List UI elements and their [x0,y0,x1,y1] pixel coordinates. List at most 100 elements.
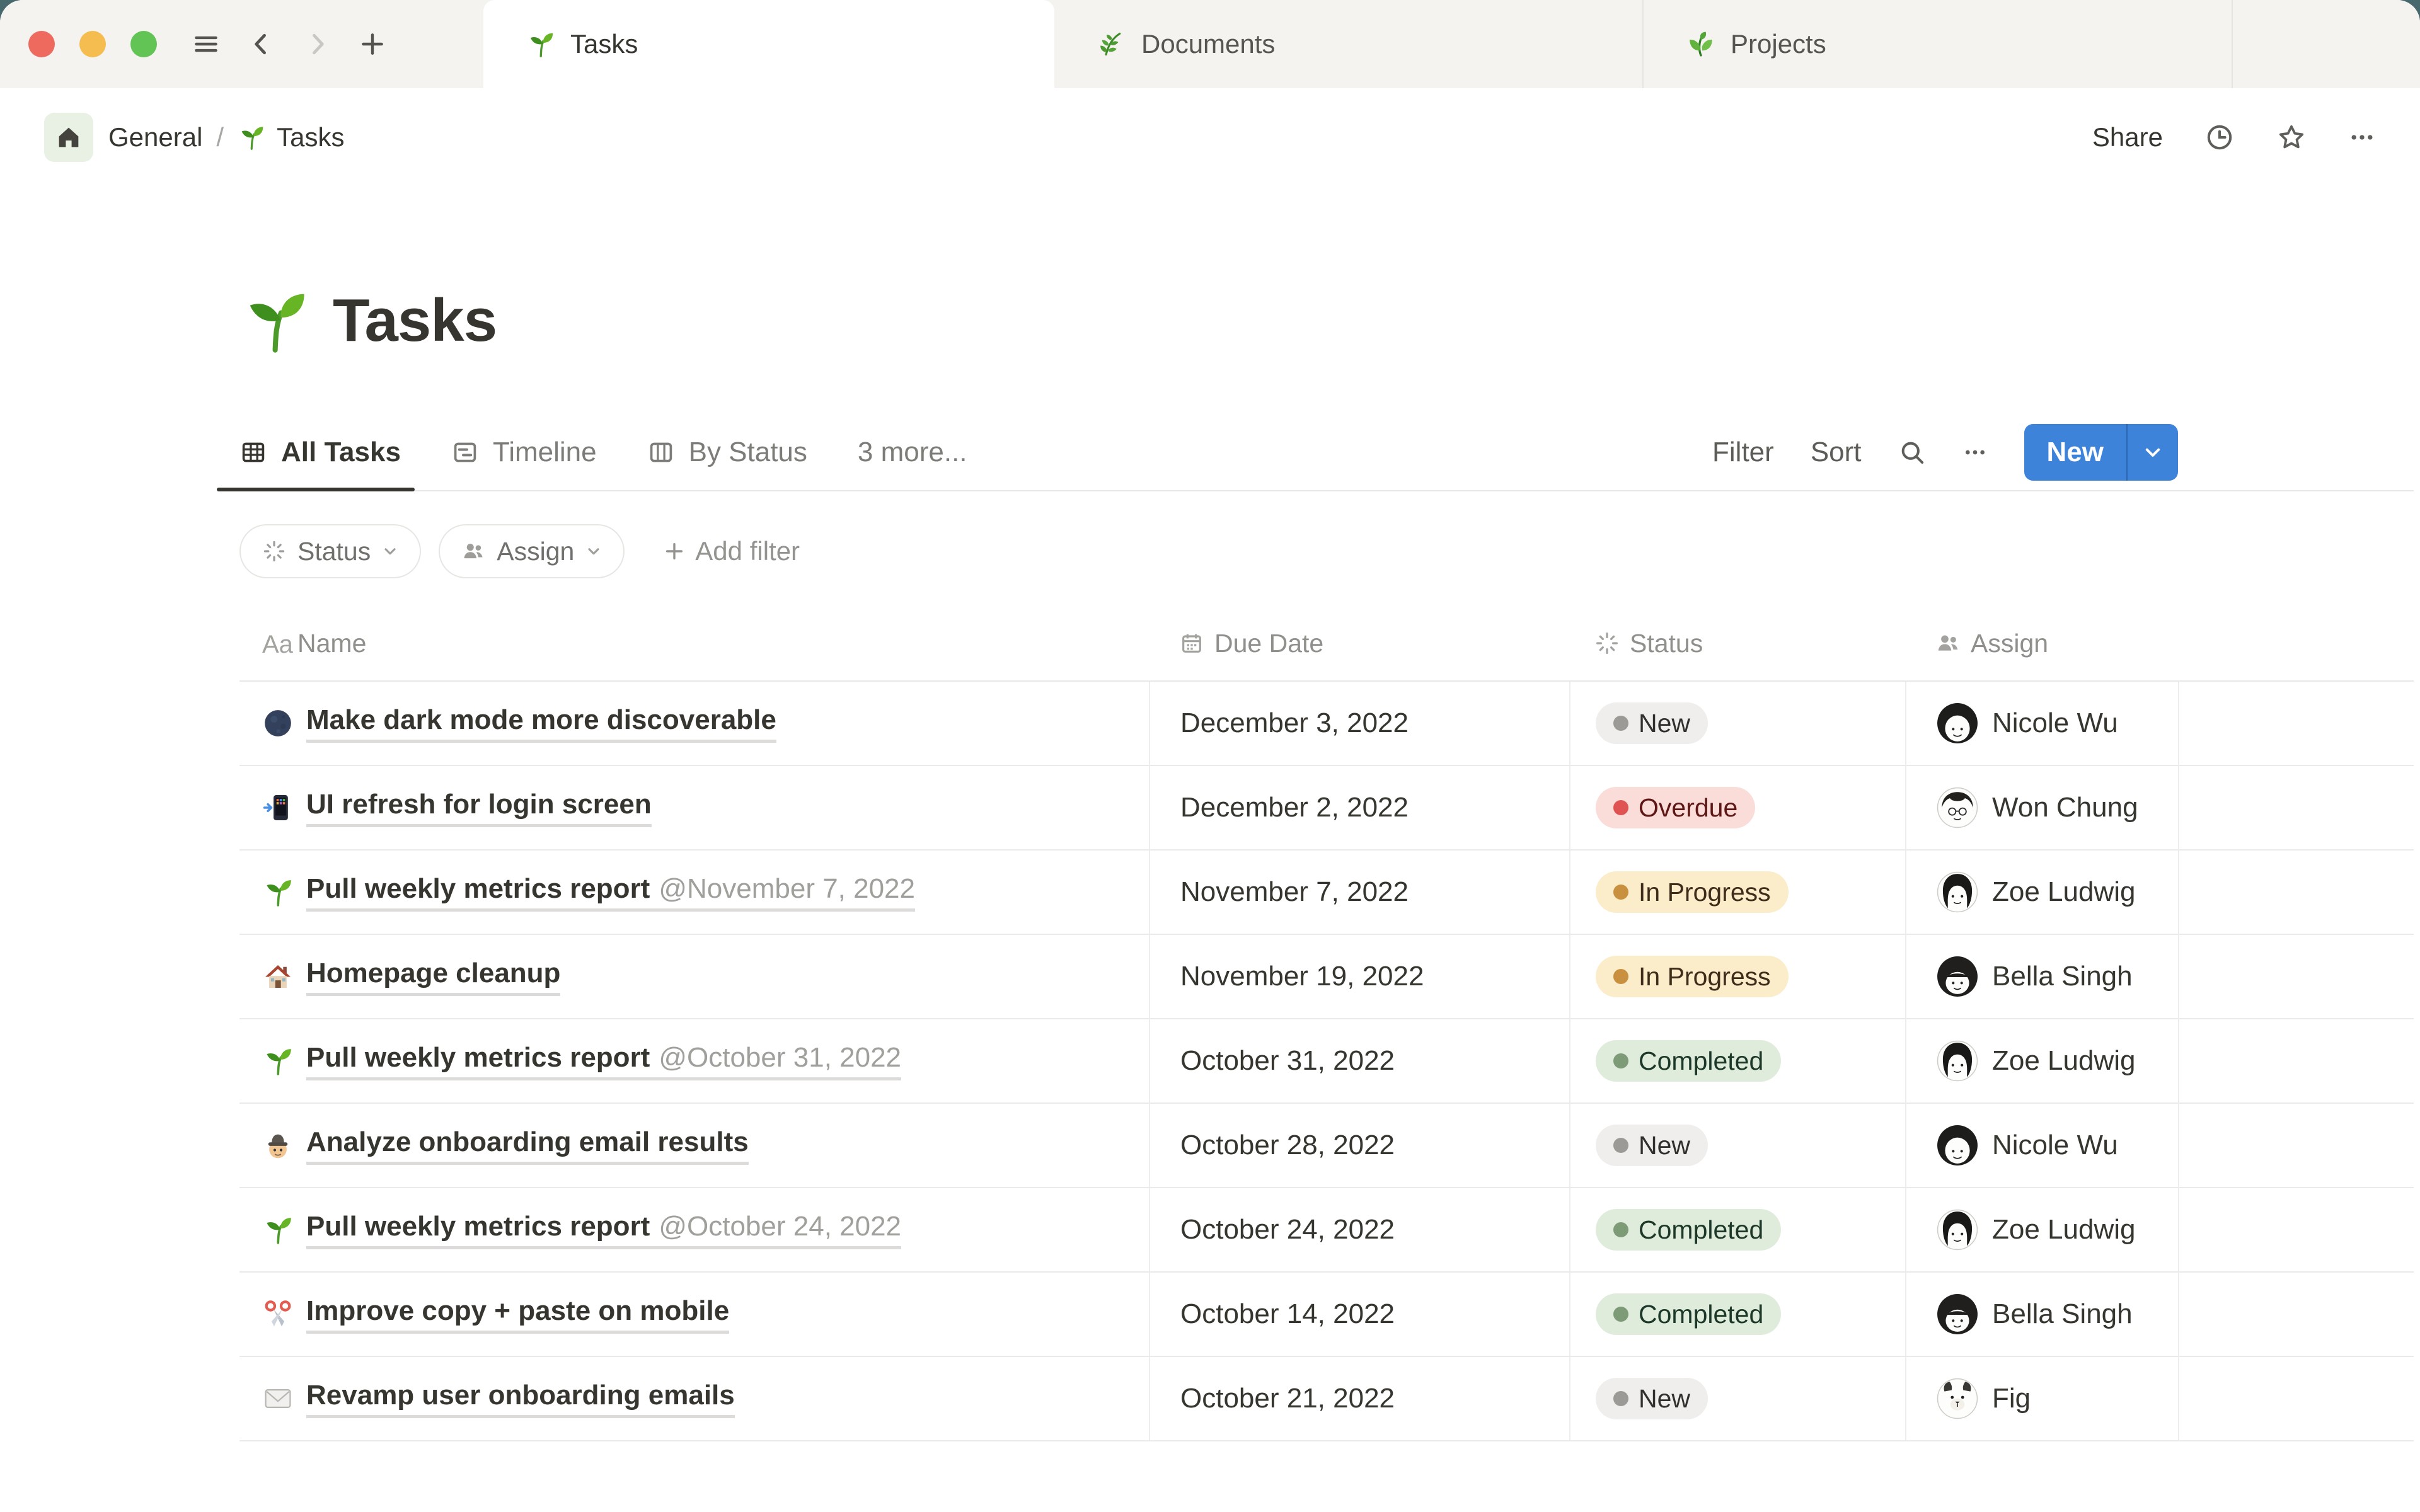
window-tab-label: Tasks [570,29,638,59]
status-cell[interactable]: In Progress [1569,935,1905,1018]
zoom-button[interactable] [130,31,157,57]
status-cell[interactable]: Completed [1569,1019,1905,1102]
due-date-cell[interactable]: December 2, 2022 [1149,766,1569,849]
column-header-due-date[interactable]: Due Date [1149,629,1569,658]
assignee-cell[interactable]: Nicole Wu [1905,1104,2178,1187]
table-row: UI refresh for login screen December 2, … [239,766,2414,850]
table-row: Homepage cleanup November 19, 2022 In Pr… [239,935,2414,1019]
assignee-cell[interactable]: Bella Singh [1905,935,2178,1018]
task-name-cell[interactable]: Improve copy + paste on mobile [239,1273,1149,1356]
filter-chip-assign[interactable]: Assign [439,524,625,578]
due-date-cell[interactable]: December 3, 2022 [1149,682,1569,765]
new-tab-button[interactable] [353,25,392,64]
assignee-cell[interactable]: Zoe Ludwig [1905,850,2178,934]
due-date-cell[interactable]: November 19, 2022 [1149,935,1569,1018]
seedling-icon [526,30,555,59]
window-titlebar: Tasks Documents Projects [0,0,2420,88]
assignee-cell[interactable]: Won Chung [1905,766,2178,849]
task-title: UI refresh for login screen [306,788,652,820]
due-date-cell[interactable]: October 31, 2022 [1149,1019,1569,1102]
column-header-label: Name [297,628,367,658]
share-button[interactable]: Share [2092,122,2163,152]
home-button[interactable] [44,113,93,162]
view-tab-all-tasks[interactable]: All Tasks [217,415,415,491]
status-cell[interactable]: Overdue [1569,766,1905,849]
new-dropdown-button[interactable] [2128,424,2178,481]
page-more-button[interactable] [2348,123,2376,151]
breadcrumb-page[interactable]: Tasks [238,122,344,152]
task-title-wrap: Make dark mode more discoverable [306,704,776,743]
page-title[interactable]: Tasks [333,286,497,355]
view-tab-timeline[interactable]: Timeline [451,415,597,490]
status-dot [1613,1053,1628,1068]
status-cell[interactable]: In Progress [1569,850,1905,934]
date-mention: @October 24, 2022 [659,1210,902,1242]
due-date: November 19, 2022 [1180,961,1424,992]
aa-icon: Aa [262,631,293,658]
view-tab-label: Timeline [492,437,597,467]
task-name-cell[interactable]: Make dark mode more discoverable [239,682,1149,765]
assignee-cell[interactable]: Nicole Wu [1905,682,2178,765]
task-title: Pull weekly metrics report [306,873,650,904]
avatar [1937,702,1978,744]
history-button[interactable] [2204,122,2235,152]
assignee-cell[interactable]: Zoe Ludwig [1905,1188,2178,1271]
status-cell[interactable]: Completed [1569,1188,1905,1271]
status-cell[interactable]: New [1569,682,1905,765]
window-tab-documents[interactable]: Documents [1054,0,1644,88]
forward-button[interactable] [297,25,337,64]
assignee-name: Zoe Ludwig [1992,1214,2136,1245]
task-name-cell[interactable]: Revamp user onboarding emails [239,1357,1149,1440]
status-cell[interactable]: New [1569,1104,1905,1187]
assignee-name: Nicole Wu [1992,1130,2118,1160]
filter-chip-status[interactable]: Status [239,524,422,578]
filter-button[interactable]: Filter [1712,437,1774,468]
assignee-cell[interactable]: Fig [1905,1357,2178,1440]
view-tab-more[interactable]: 3 more... [858,415,967,490]
chevron-down-icon [382,543,398,559]
assignee-cell[interactable]: Bella Singh [1905,1273,2178,1356]
due-date-cell[interactable]: October 14, 2022 [1149,1273,1569,1356]
task-name-cell[interactable]: Analyze onboarding email results [239,1104,1149,1187]
due-date-cell[interactable]: October 21, 2022 [1149,1357,1569,1440]
task-name-cell[interactable]: UI refresh for login screen [239,766,1149,849]
table-view-icon [239,438,267,466]
back-button[interactable] [242,25,281,64]
due-date-cell[interactable]: November 7, 2022 [1149,850,1569,934]
filter-chip-label: Assign [497,536,575,566]
search-icon [1898,438,1926,466]
task-name-cell[interactable]: Homepage cleanup [239,935,1149,1018]
row-filler [2178,1357,2414,1440]
window-tab-tasks[interactable]: Tasks [483,0,1054,88]
window-tab-projects[interactable]: Projects [1644,0,2233,88]
view-tab-by-status[interactable]: By Status [647,415,807,490]
add-filter-button[interactable]: Add filter [664,536,800,566]
due-date-cell[interactable]: October 28, 2022 [1149,1104,1569,1187]
favorite-button[interactable] [2276,122,2307,152]
minimize-button[interactable] [79,31,106,57]
column-header-name[interactable]: Aa Name [239,628,1149,659]
breadcrumb-workspace[interactable]: General [108,122,202,152]
due-date-cell[interactable]: October 24, 2022 [1149,1188,1569,1271]
new-button[interactable]: New [2024,424,2178,481]
view-more-button[interactable] [1962,440,1988,465]
view-controls: Filter Sort New [1712,424,2178,481]
task-name-cell[interactable]: Pull weekly metrics report @October 24, … [239,1188,1149,1271]
column-header-assign[interactable]: Assign [1905,629,2178,658]
search-button[interactable] [1898,438,1926,466]
close-button[interactable] [28,31,55,57]
sidebar-menu-button[interactable] [187,25,226,64]
status-cell[interactable]: Completed [1569,1273,1905,1356]
assignee-name: Zoe Ludwig [1992,1045,2136,1076]
status-badge: Completed [1596,1209,1782,1251]
breadcrumb-actions: Share [2092,122,2376,152]
task-name-cell[interactable]: Pull weekly metrics report @November 7, … [239,850,1149,934]
status-cell[interactable]: New [1569,1357,1905,1440]
due-date: December 3, 2022 [1180,707,1409,738]
task-name-cell[interactable]: Pull weekly metrics report @October 31, … [239,1019,1149,1102]
assignee-cell[interactable]: Zoe Ludwig [1905,1019,2178,1102]
column-header-status[interactable]: Status [1569,629,1905,658]
view-tabs-bar: All Tasks Timeline By Status 3 more... F… [217,415,2414,491]
sort-button[interactable]: Sort [1811,437,1862,468]
table-row: Improve copy + paste on mobile October 1… [239,1273,2414,1357]
